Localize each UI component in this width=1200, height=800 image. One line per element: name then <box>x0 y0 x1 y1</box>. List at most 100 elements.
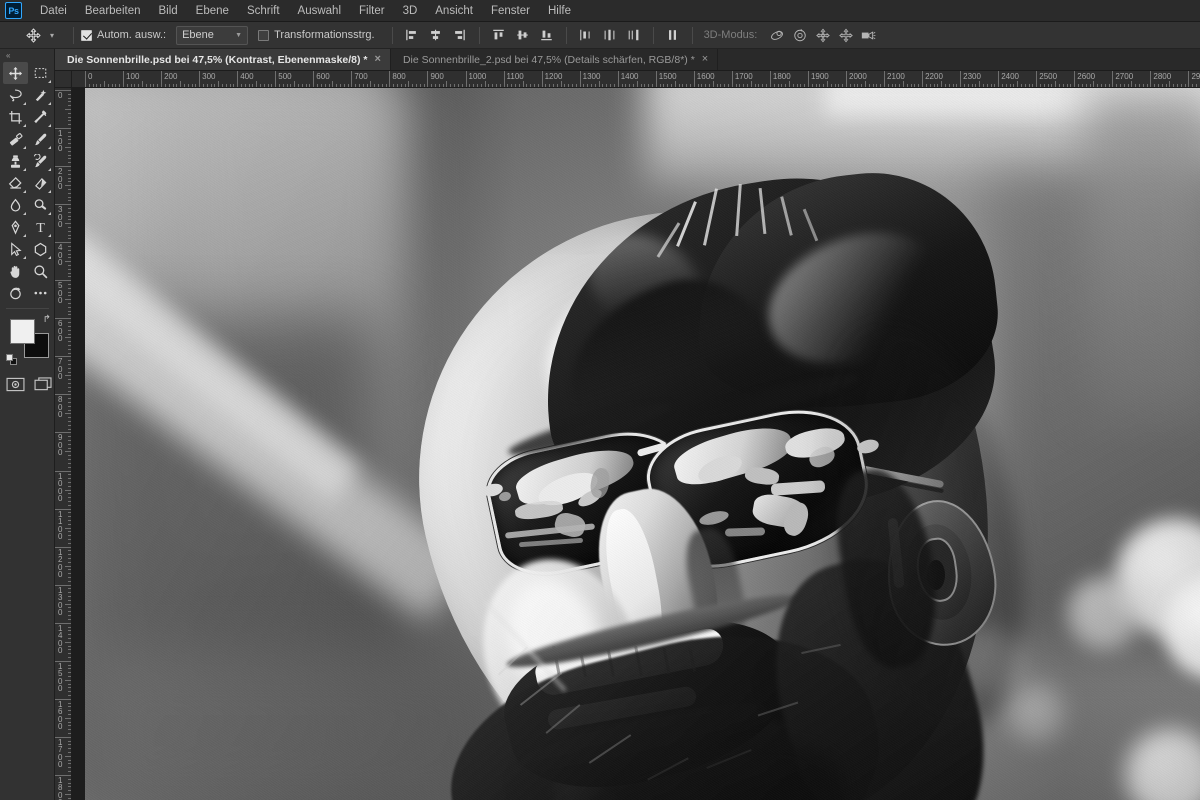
ruler-label: 1900 <box>810 72 829 81</box>
path-selection-tool[interactable] <box>3 238 28 260</box>
distribute-horizontal-centers-button[interactable] <box>598 25 622 46</box>
menu-item-auswahl[interactable]: Auswahl <box>289 2 350 20</box>
menu-item-ebene[interactable]: Ebene <box>187 2 238 20</box>
ruler-minor-tick <box>65 451 71 453</box>
quick-selection-tool[interactable] <box>28 84 53 106</box>
align-top-edges-button[interactable] <box>487 25 511 46</box>
distribute-left-edges-button[interactable] <box>574 25 598 46</box>
ruler-label: 200 <box>58 167 63 192</box>
transform-controls-checkbox[interactable]: Transformationsstrg. <box>258 29 375 41</box>
options-separator-6 <box>691 26 693 44</box>
ruler-label: 800 <box>58 395 63 420</box>
lasso-tool[interactable] <box>3 84 28 106</box>
auto-select-target-dropdown[interactable]: Ebene ▼ <box>176 25 249 45</box>
dodge-tool[interactable] <box>28 194 53 216</box>
3d-pan-icon[interactable] <box>811 25 834 46</box>
horizontal-ruler[interactable]: 0 100 200 300 400 500 600 700 800 900 1000 1100 1200… <box>72 71 1200 88</box>
menu-item-hilfe[interactable]: Hilfe <box>539 2 580 20</box>
rectangular-marquee-tool[interactable] <box>28 62 53 84</box>
3d-roll-icon[interactable] <box>788 25 811 46</box>
color-swatches: ↱ <box>0 313 55 369</box>
3d-orbit-icon[interactable] <box>765 25 788 46</box>
history-brush-tool[interactable] <box>28 150 53 172</box>
ruler-tick <box>161 71 163 87</box>
menu-item-fenster[interactable]: Fenster <box>482 2 539 20</box>
eyedropper-tool[interactable] <box>28 106 53 128</box>
menu-item-ansicht[interactable]: Ansicht <box>426 2 482 20</box>
align-vertical-centers-button[interactable] <box>511 25 535 46</box>
menu-item-schrift[interactable]: Schrift <box>238 2 289 20</box>
ruler-minor-tick <box>65 527 71 529</box>
eraser-tool[interactable] <box>3 172 28 194</box>
close-icon[interactable]: × <box>375 54 381 65</box>
3d-camera-icon[interactable] <box>857 25 880 46</box>
brush-tool[interactable] <box>28 128 53 150</box>
ruler-minor-tick <box>65 261 71 263</box>
crop-tool[interactable] <box>3 106 28 128</box>
3d-slide-icon[interactable] <box>834 25 857 46</box>
align-bottom-edges-button[interactable] <box>535 25 559 46</box>
ruler-label: 500 <box>278 72 292 81</box>
rotate-view-tool[interactable] <box>3 282 28 304</box>
tool-preset-chevron-icon[interactable]: ▾ <box>46 31 58 40</box>
ruler-minor-tick <box>65 413 71 415</box>
photoshop-logo-icon[interactable]: Ps <box>5 2 22 19</box>
transform-controls-check-box-icon[interactable] <box>258 29 270 41</box>
shape-tool[interactable] <box>28 238 53 260</box>
ruler-corner[interactable] <box>55 71 72 88</box>
align-right-edges-button[interactable] <box>448 25 472 46</box>
align-horizontal-centers-button[interactable] <box>424 25 448 46</box>
menu-item-bild[interactable]: Bild <box>149 2 186 20</box>
ruler-tick <box>693 71 695 87</box>
options-separator <box>73 26 74 44</box>
align-left-edges-button[interactable] <box>400 25 424 46</box>
foreground-color-swatch[interactable] <box>10 319 35 344</box>
ruler-label: 2100 <box>887 72 905 81</box>
auto-select-check-box-icon[interactable] <box>81 29 92 41</box>
ruler-minor-tick <box>65 679 71 681</box>
hand-tool[interactable] <box>3 260 28 282</box>
auto-select-label: Autom. ausw.: <box>97 29 167 41</box>
distribute-right-edges-button[interactable] <box>622 25 646 46</box>
edit-toolbar-more-button[interactable] <box>28 282 53 304</box>
screen-mode-button[interactable] <box>33 376 53 393</box>
ruler-label: 1400 <box>58 623 63 656</box>
ruler-label: 500 <box>58 281 63 306</box>
gradient-tool[interactable] <box>28 172 53 194</box>
ruler-minor-tick <box>788 81 790 87</box>
canvas-area[interactable] <box>72 88 1200 800</box>
ruler-minor-tick <box>180 81 182 87</box>
document-tab-2[interactable]: Die Sonnenbrille_2.psd bei 47,5% (Detail… <box>390 49 719 70</box>
ruler-label: 0 <box>88 72 93 81</box>
distribute-spacing-button[interactable] <box>661 25 685 46</box>
clone-stamp-tool[interactable] <box>3 150 28 172</box>
document-tab-1[interactable]: Die Sonnenbrille.psd bei 47,5% (Kontrast… <box>55 49 391 70</box>
ruler-minor-tick <box>750 81 752 87</box>
quick-mask-mode-button[interactable] <box>5 376 25 393</box>
blur-tool[interactable] <box>3 194 28 216</box>
ruler-label: 2200 <box>925 72 943 81</box>
ruler-tick <box>123 71 125 87</box>
ruler-label: 2400 <box>1001 72 1019 81</box>
swap-colors-icon[interactable]: ↱ <box>43 314 51 325</box>
menu-item-datei[interactable]: Datei <box>31 2 76 20</box>
ruler-minor-tick <box>826 81 828 87</box>
type-tool[interactable]: T <box>28 216 53 238</box>
ruler-label: 2800 <box>1153 72 1172 81</box>
menu-item-bearbeiten[interactable]: Bearbeiten <box>76 2 150 20</box>
spot-healing-brush-tool[interactable] <box>3 128 28 150</box>
auto-select-checkbox[interactable]: Autom. ausw.: <box>81 29 166 41</box>
move-tool[interactable] <box>3 62 28 84</box>
ruler-tick <box>85 71 86 87</box>
menu-item-filter[interactable]: Filter <box>350 2 394 20</box>
pen-tool[interactable] <box>3 216 28 238</box>
collapse-panel-button[interactable]: « <box>0 49 54 62</box>
document-canvas[interactable] <box>85 88 1200 800</box>
menu-item-3d[interactable]: 3D <box>394 2 427 20</box>
zoom-tool[interactable] <box>28 260 53 282</box>
ruler-minor-tick <box>1055 81 1057 87</box>
move-tool-icon[interactable] <box>22 25 44 45</box>
vertical-ruler[interactable]: 0 100 200 300 400 500 600 700 800 900 1000 1100 1200… <box>55 88 72 800</box>
default-colors-icon[interactable] <box>6 354 17 365</box>
close-icon[interactable]: × <box>702 54 708 65</box>
